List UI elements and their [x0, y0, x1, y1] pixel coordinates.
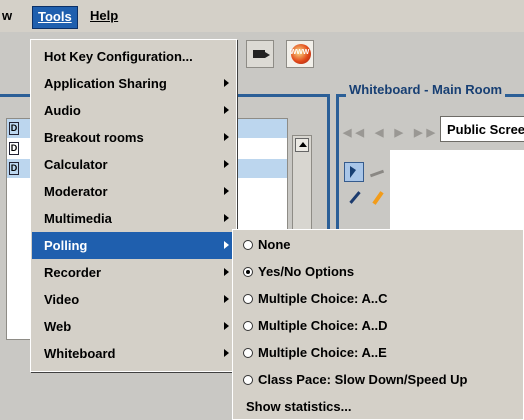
- submenu-item-label: Yes/No Options: [258, 264, 355, 279]
- submenu-item-label: None: [258, 237, 291, 252]
- menu-item-label: Application Sharing: [44, 76, 167, 91]
- menu-item-recorder[interactable]: Recorder: [32, 259, 235, 286]
- radio-icon: [243, 240, 253, 250]
- menu-partial-item[interactable]: w: [2, 8, 12, 23]
- submenu-arrow-icon: [224, 295, 229, 303]
- menu-item-label: Hot Key Configuration...: [44, 49, 193, 64]
- menu-item-polling[interactable]: Polling: [32, 232, 235, 259]
- scroll-up-button[interactable]: [295, 138, 309, 152]
- polling-submenu: None Yes/No Options Multiple Choice: A..…: [232, 229, 524, 420]
- submenu-arrow-icon: [224, 322, 229, 330]
- submenu-item-label: Multiple Choice: A..C: [258, 291, 388, 306]
- submenu-item-class-pace[interactable]: Class Pace: Slow Down/Speed Up: [234, 366, 522, 393]
- menu-item-breakout-rooms[interactable]: Breakout rooms: [32, 124, 235, 151]
- submenu-item-label: Class Pace: Slow Down/Speed Up: [258, 372, 468, 387]
- menu-help-label: Help: [90, 8, 119, 23]
- row-marker: D: [9, 142, 19, 155]
- submenu-item-label: Show statistics...: [246, 399, 352, 414]
- radio-icon: [243, 321, 253, 331]
- submenu-arrow-icon: [224, 214, 229, 222]
- menu-item-moderator[interactable]: Moderator: [32, 178, 235, 205]
- submenu-item-multiple-choice-a-e[interactable]: Multiple Choice: A..E: [234, 339, 522, 366]
- menu-item-label: Recorder: [44, 265, 102, 280]
- submenu-arrow-icon: [224, 133, 229, 141]
- menu-item-label: Multimedia: [44, 211, 112, 226]
- web-button[interactable]: WWW: [286, 40, 314, 68]
- row-marker: D: [9, 162, 19, 175]
- whiteboard-title: Whiteboard - Main Room: [346, 82, 506, 97]
- submenu-item-multiple-choice-a-d[interactable]: Multiple Choice: A..D: [234, 312, 522, 339]
- menu-item-web[interactable]: Web: [32, 313, 235, 340]
- menu-item-video[interactable]: Video: [32, 286, 235, 313]
- submenu-arrow-icon: [224, 106, 229, 114]
- menu-item-calculator[interactable]: Calculator: [32, 151, 235, 178]
- radio-icon: [243, 375, 253, 385]
- menu-bar: w Tools Help: [0, 0, 524, 32]
- radio-checked-icon: [243, 267, 253, 277]
- whiteboard-page-select[interactable]: Public Screen: [440, 116, 524, 142]
- menu-item-label: Moderator: [44, 184, 108, 199]
- highlighter-tool-icon[interactable]: [368, 188, 386, 206]
- menu-item-label: Calculator: [44, 157, 108, 172]
- menu-item-label: Whiteboard: [44, 346, 116, 361]
- menu-item-label: Polling: [44, 238, 88, 253]
- menu-item-label: Breakout rooms: [44, 130, 144, 145]
- menu-item-label: Video: [44, 292, 80, 307]
- pen-tool-icon[interactable]: [344, 188, 362, 206]
- menu-item-application-sharing[interactable]: Application Sharing: [32, 70, 235, 97]
- submenu-item-label: Multiple Choice: A..E: [258, 345, 387, 360]
- submenu-arrow-icon: [224, 79, 229, 87]
- camera-button[interactable]: [246, 40, 274, 68]
- submenu-item-show-statistics[interactable]: Show statistics...: [234, 393, 522, 420]
- submenu-arrow-icon: [224, 187, 229, 195]
- submenu-arrow-icon: [224, 241, 229, 249]
- submenu-item-none[interactable]: None: [234, 231, 522, 258]
- submenu-item-yes-no-options[interactable]: Yes/No Options: [234, 258, 522, 285]
- row-marker: D: [9, 122, 19, 135]
- radio-icon: [243, 348, 253, 358]
- select-arrow-icon[interactable]: [344, 162, 364, 182]
- camera-icon: [253, 50, 265, 58]
- tools-menu: Hot Key Configuration... Application Sha…: [30, 39, 237, 372]
- app-background-lower: [0, 372, 232, 420]
- www-icon-label: WWW: [290, 49, 309, 56]
- menu-tools-label: Tools: [38, 9, 72, 24]
- menu-item-multimedia[interactable]: Multimedia: [32, 205, 235, 232]
- radio-icon: [243, 294, 253, 304]
- submenu-item-multiple-choice-a-c[interactable]: Multiple Choice: A..C: [234, 285, 522, 312]
- submenu-item-label: Multiple Choice: A..D: [258, 318, 388, 333]
- submenu-arrow-icon: [224, 160, 229, 168]
- line-tool-icon[interactable]: [368, 162, 386, 180]
- menu-item-whiteboard[interactable]: Whiteboard: [32, 340, 235, 367]
- menu-item-audio[interactable]: Audio: [32, 97, 235, 124]
- submenu-arrow-icon: [224, 349, 229, 357]
- menu-item-hot-key-configuration[interactable]: Hot Key Configuration...: [32, 43, 235, 70]
- menu-tools[interactable]: Tools: [32, 6, 78, 29]
- submenu-arrow-icon: [224, 268, 229, 276]
- menu-help[interactable]: Help: [90, 8, 118, 23]
- whiteboard-nav-arrows-icon[interactable]: ◀◀ ◀ ▶ ▶▶: [343, 126, 439, 139]
- menu-item-label: Audio: [44, 103, 81, 118]
- menu-item-label: Web: [44, 319, 72, 334]
- camera-lens-icon: [265, 52, 270, 58]
